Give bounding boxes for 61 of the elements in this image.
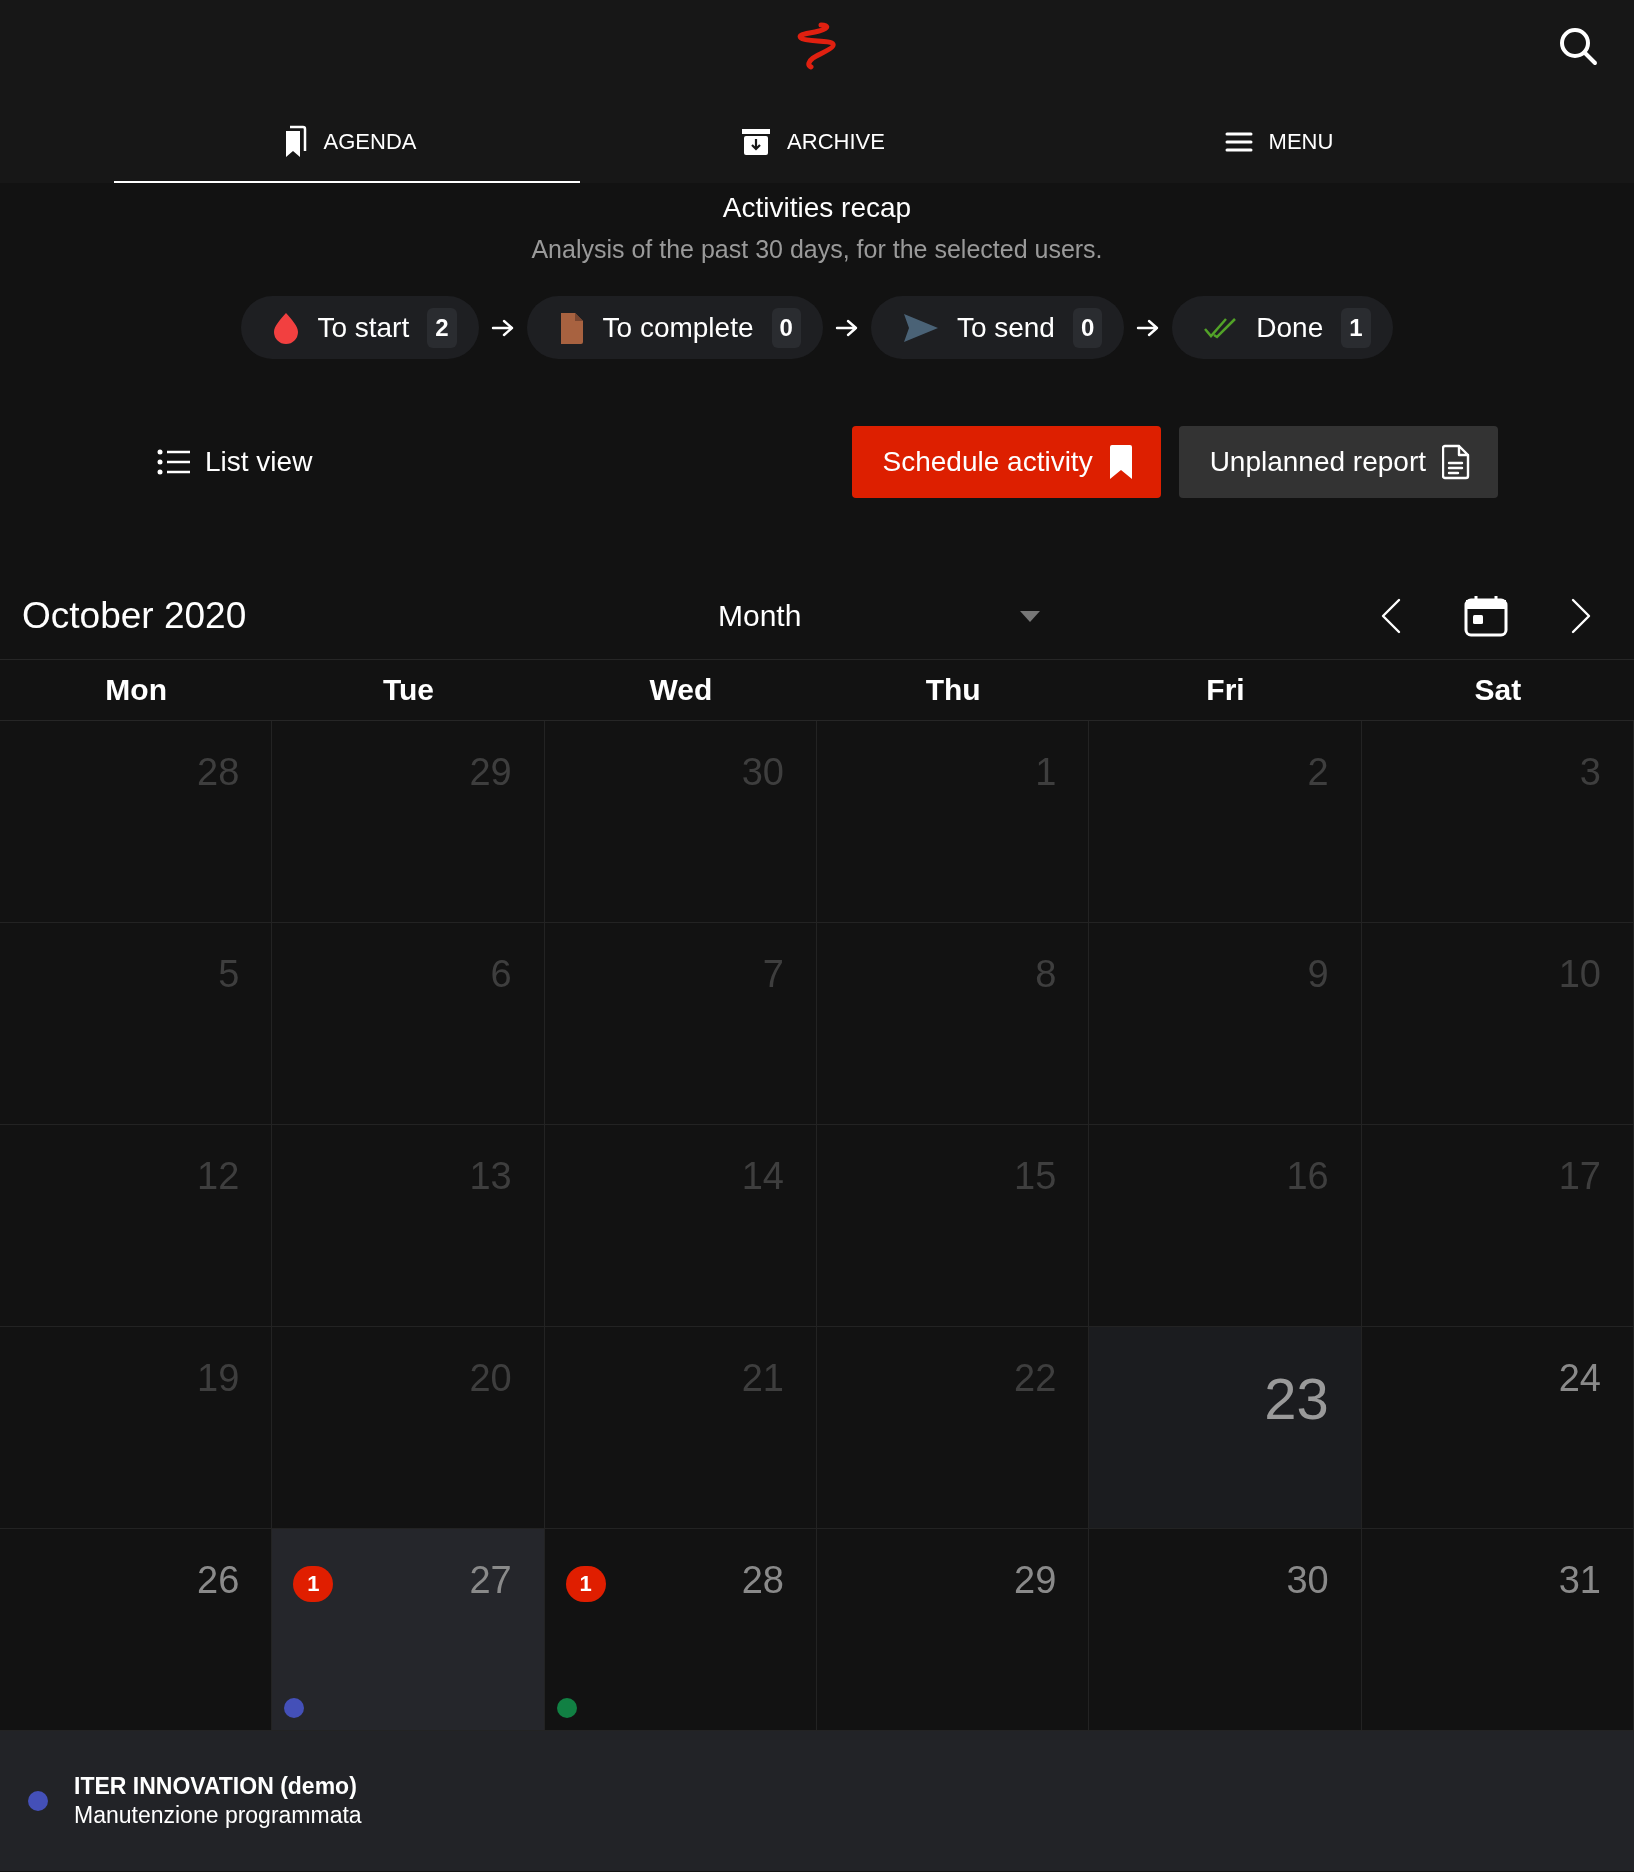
arrow-icon bbox=[490, 317, 515, 338]
day-cell[interactable]: 24 bbox=[1361, 1327, 1634, 1529]
caret-icon bbox=[1020, 610, 1040, 622]
list-view-button[interactable]: List view bbox=[157, 446, 313, 478]
status-pill[interactable]: To send 0 bbox=[870, 296, 1125, 359]
previous-icon[interactable] bbox=[1380, 598, 1402, 634]
calendar-icon[interactable] bbox=[1464, 595, 1508, 637]
status-label: Done bbox=[1256, 311, 1324, 344]
schedule-button[interactable]: Schedule activity bbox=[851, 426, 1161, 498]
weekday-label: Mon bbox=[104, 673, 168, 707]
day-number: 31 bbox=[1558, 1559, 1601, 1602]
status-pill[interactable]: Done 1 bbox=[1172, 296, 1393, 359]
bookmark-icon bbox=[1108, 445, 1133, 479]
count-badge: 0 bbox=[1072, 307, 1103, 348]
count-badge: 1 bbox=[565, 1566, 606, 1602]
event-title: ITER INNOVATION (demo) bbox=[74, 1773, 358, 1800]
day-number: 26 bbox=[197, 1559, 240, 1602]
weekday-label: Tue bbox=[381, 673, 436, 707]
status-label: To complete bbox=[602, 311, 754, 344]
logo-icon bbox=[795, 22, 839, 70]
day-cell[interactable]: 1 27 bbox=[272, 1529, 545, 1731]
archive-icon bbox=[741, 126, 772, 157]
count-badge: 0 bbox=[771, 307, 801, 348]
day-cell[interactable]: 23 bbox=[1089, 1327, 1362, 1529]
status-label: To send bbox=[956, 311, 1055, 344]
section-title: Activities recap bbox=[721, 191, 913, 225]
count-badge: 2 bbox=[427, 307, 457, 348]
day-number: 28 bbox=[741, 1559, 784, 1602]
report-button[interactable]: Unplanned report bbox=[1178, 426, 1498, 498]
day-number: 29 bbox=[1014, 1559, 1057, 1602]
weekday-label: Sat bbox=[1473, 673, 1523, 707]
weekday-label: Fri bbox=[1205, 673, 1246, 707]
day-number: 27 bbox=[469, 1559, 512, 1602]
nav-tab[interactable]: ARCHIVE bbox=[580, 102, 1046, 183]
send-icon bbox=[902, 312, 939, 343]
count-badge: 1 bbox=[293, 1566, 334, 1602]
status-pill[interactable]: To complete 0 bbox=[526, 296, 823, 359]
status-label: To start bbox=[317, 311, 410, 344]
section-subtitle: Analysis of the past 30 days, for the selected users. bbox=[530, 235, 1104, 264]
next-icon[interactable] bbox=[1570, 598, 1592, 634]
day-number: 30 bbox=[1286, 1559, 1329, 1602]
month-title: October 2020 bbox=[22, 595, 248, 637]
day-number: 23 bbox=[1264, 1365, 1329, 1432]
menu-icon bbox=[1224, 130, 1253, 153]
arrow-icon bbox=[1136, 317, 1161, 338]
weekday-label: Wed bbox=[648, 673, 714, 707]
arrow-icon bbox=[834, 317, 859, 338]
document-icon bbox=[1442, 444, 1470, 480]
weekday-label: Thu bbox=[924, 673, 982, 707]
double-check-icon bbox=[1204, 315, 1239, 340]
event-subtitle: Manutenzione programmata bbox=[74, 1802, 362, 1829]
nav-tab[interactable]: MENU bbox=[1046, 102, 1512, 183]
document-icon bbox=[558, 311, 585, 344]
list-icon bbox=[157, 449, 191, 475]
view-select[interactable]: Month bbox=[718, 599, 1048, 633]
count-badge: 1 bbox=[1341, 307, 1371, 348]
nav-tab[interactable]: AGENDA bbox=[114, 102, 580, 183]
drop-icon bbox=[273, 311, 300, 344]
day-number: 24 bbox=[1558, 1357, 1601, 1400]
search-icon[interactable] bbox=[1558, 26, 1598, 66]
status-pill[interactable]: To start 2 bbox=[241, 296, 479, 359]
